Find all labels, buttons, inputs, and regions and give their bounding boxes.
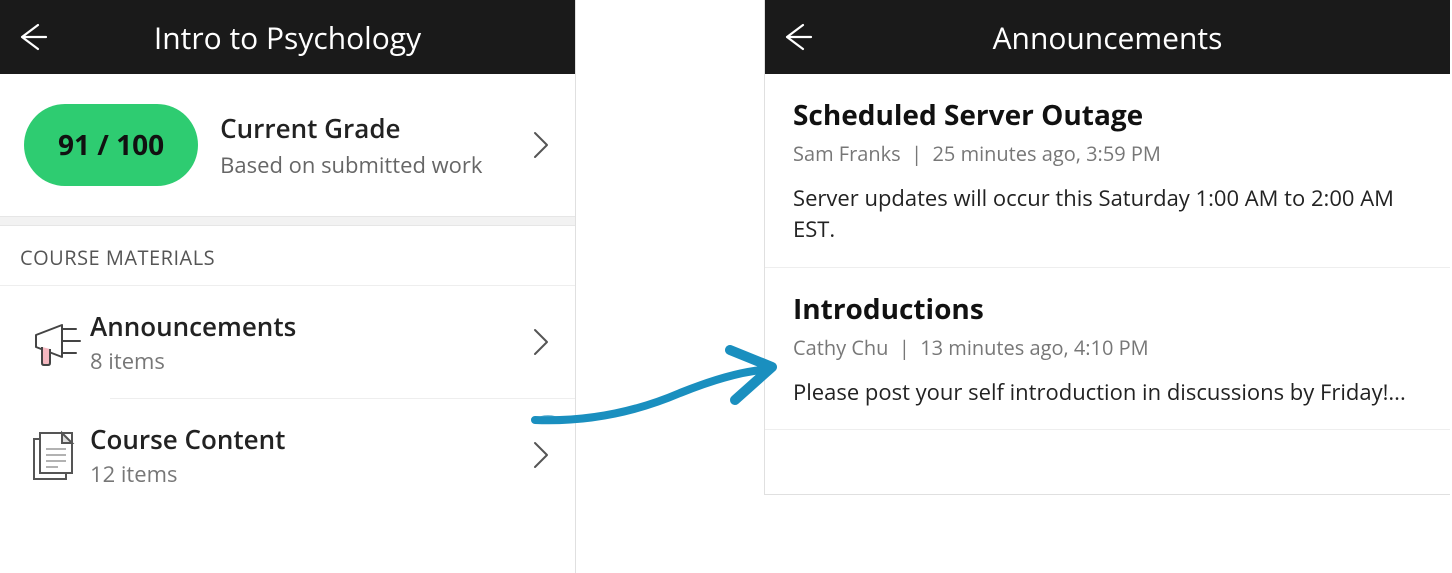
announcement-meta: Sam Franks | 25 minutes ago, 3:59 PM	[793, 140, 1422, 167]
material-item-course-content[interactable]: Course Content 12 items	[0, 399, 575, 511]
announcements-panel: Announcements Scheduled Server Outage Sa…	[764, 0, 1450, 495]
documents-icon	[20, 427, 90, 483]
announcement-item[interactable]: Introductions Cathy Chu | 13 minutes ago…	[765, 268, 1450, 431]
section-separator	[0, 216, 575, 226]
announcement-title: Scheduled Server Outage	[793, 96, 1422, 134]
chevron-right-icon	[533, 328, 549, 356]
announcement-title: Introductions	[793, 290, 1422, 328]
announcement-meta: Cathy Chu | 13 minutes ago, 4:10 PM	[793, 334, 1422, 361]
back-arrow-icon	[10, 17, 50, 57]
announcements-icon	[20, 317, 90, 367]
material-text: Announcements 8 items	[90, 308, 296, 376]
current-grade-row[interactable]: 91 / 100 Current Grade Based on submitte…	[0, 74, 575, 216]
course-header: Intro to Psychology	[0, 0, 575, 74]
meta-separator: |	[894, 334, 921, 361]
material-sub: 12 items	[90, 459, 285, 489]
grade-label: Current Grade	[220, 110, 482, 146]
announcements-header: Announcements	[765, 0, 1450, 74]
material-sub: 8 items	[90, 346, 296, 376]
announcement-time: 13 minutes ago, 4:10 PM	[920, 334, 1148, 361]
announcement-body: Server updates will occur this Saturday …	[793, 183, 1422, 245]
material-title: Course Content	[90, 421, 285, 457]
grade-pill: 91 / 100	[24, 104, 198, 186]
course-title: Intro to Psychology	[0, 17, 575, 58]
grade-sublabel: Based on submitted work	[220, 150, 482, 180]
announcement-body: Please post your self introduction in di…	[793, 377, 1422, 408]
announcements-title: Announcements	[765, 17, 1450, 58]
material-text: Course Content 12 items	[90, 421, 285, 489]
course-panel: Intro to Psychology 91 / 100 Current Gra…	[0, 0, 576, 573]
back-button[interactable]	[765, 0, 825, 74]
announcement-item[interactable]: Scheduled Server Outage Sam Franks | 25 …	[765, 74, 1450, 268]
announcement-time: 25 minutes ago, 3:59 PM	[933, 140, 1161, 167]
meta-separator: |	[906, 140, 933, 167]
announcement-author: Cathy Chu	[793, 334, 888, 361]
grade-text: Current Grade Based on submitted work	[220, 110, 482, 180]
chevron-right-icon	[533, 441, 549, 469]
course-materials-label: COURSE MATERIALS	[0, 226, 575, 286]
announcement-author: Sam Franks	[793, 140, 901, 167]
material-item-announcements[interactable]: Announcements 8 items	[0, 286, 575, 398]
chevron-right-icon	[533, 131, 549, 159]
back-arrow-icon	[775, 17, 815, 57]
material-title: Announcements	[90, 308, 296, 344]
back-button[interactable]	[0, 0, 60, 74]
